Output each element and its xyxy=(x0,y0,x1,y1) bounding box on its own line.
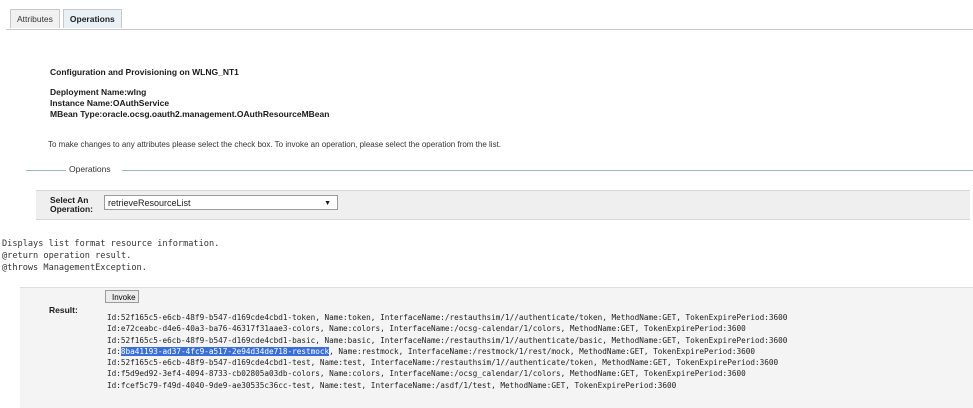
operation-dropdown[interactable]: retrieveResourceList ▼ xyxy=(104,195,338,210)
chevron-down-icon: ▼ xyxy=(324,200,331,207)
instructions-text: To make changes to any attributes please… xyxy=(48,140,502,149)
fieldset-divider-right xyxy=(122,170,973,171)
result-line: Id:52f165c5-e6cb-48f9-b547-d169cde4cbd1-… xyxy=(107,335,788,345)
mbean-type: MBean Type:oracle.ocsg.oauth2.management… xyxy=(50,109,330,119)
description-line: @throws ManagementException. xyxy=(2,263,147,273)
tab-attributes[interactable]: Attributes xyxy=(10,9,60,28)
selected-text-highlight[interactable]: 8ba41193-ad37-4fc9-a517-2e94d34de718-res… xyxy=(120,346,330,356)
result-line: Id:fcef5c79-f49d-4040-9de9-ae30535c36cc-… xyxy=(107,380,677,390)
result-line: Id:52f165c5-e6cb-48f9-b547-d169cde4cbd1-… xyxy=(107,358,779,368)
description-line: Displays list format resource informatio… xyxy=(2,239,220,249)
select-operation-label: Select An Operation: xyxy=(50,196,93,214)
operation-select-panel: Select An Operation: retrieveResourceLis… xyxy=(36,190,970,220)
description-line: @return operation result. xyxy=(2,251,132,261)
tab-divider xyxy=(6,29,973,30)
select-label-line-2: Operation: xyxy=(50,204,93,214)
mbean-info: Deployment Name:wlng Instance Name:OAuth… xyxy=(50,87,329,120)
operations-legend: Operations xyxy=(69,164,111,174)
instance-name: Instance Name:OAuthService xyxy=(50,98,170,108)
result-line: Id:e72ceabc-d4e6-40a3-ba76-46317f31aae3-… xyxy=(107,324,746,334)
result-list: Id:52f165c5-e6cb-48f9-b547-d169cde4cbd1-… xyxy=(107,312,787,391)
tab-operations[interactable]: Operations xyxy=(62,9,122,28)
tab-bar: Attributes Operations xyxy=(10,9,125,29)
operation-selected-value: retrieveResourceList xyxy=(108,198,191,208)
deployment-name: Deployment Name:wlng xyxy=(50,87,147,97)
result-label: Result: xyxy=(49,305,78,315)
result-line: Id:f5d9ed92-3ef4-4094-8733-cb02805a03db-… xyxy=(107,369,746,379)
fieldset-divider-left xyxy=(26,170,66,171)
result-panel: Invoke Result: Id:52f165c5-e6cb-48f9-b54… xyxy=(20,287,973,408)
invoke-button[interactable]: Invoke xyxy=(105,290,139,303)
operation-description: Displays list format resource informatio… xyxy=(2,238,219,274)
result-line: Id:52f165c5-e6cb-48f9-b547-d169cde4cbd1-… xyxy=(107,313,788,322)
result-line: Id:8ba41193-ad37-4fc9-a517-2e94d34de718-… xyxy=(107,346,755,356)
page-title: Configuration and Provisioning on WLNG_N… xyxy=(50,67,239,77)
